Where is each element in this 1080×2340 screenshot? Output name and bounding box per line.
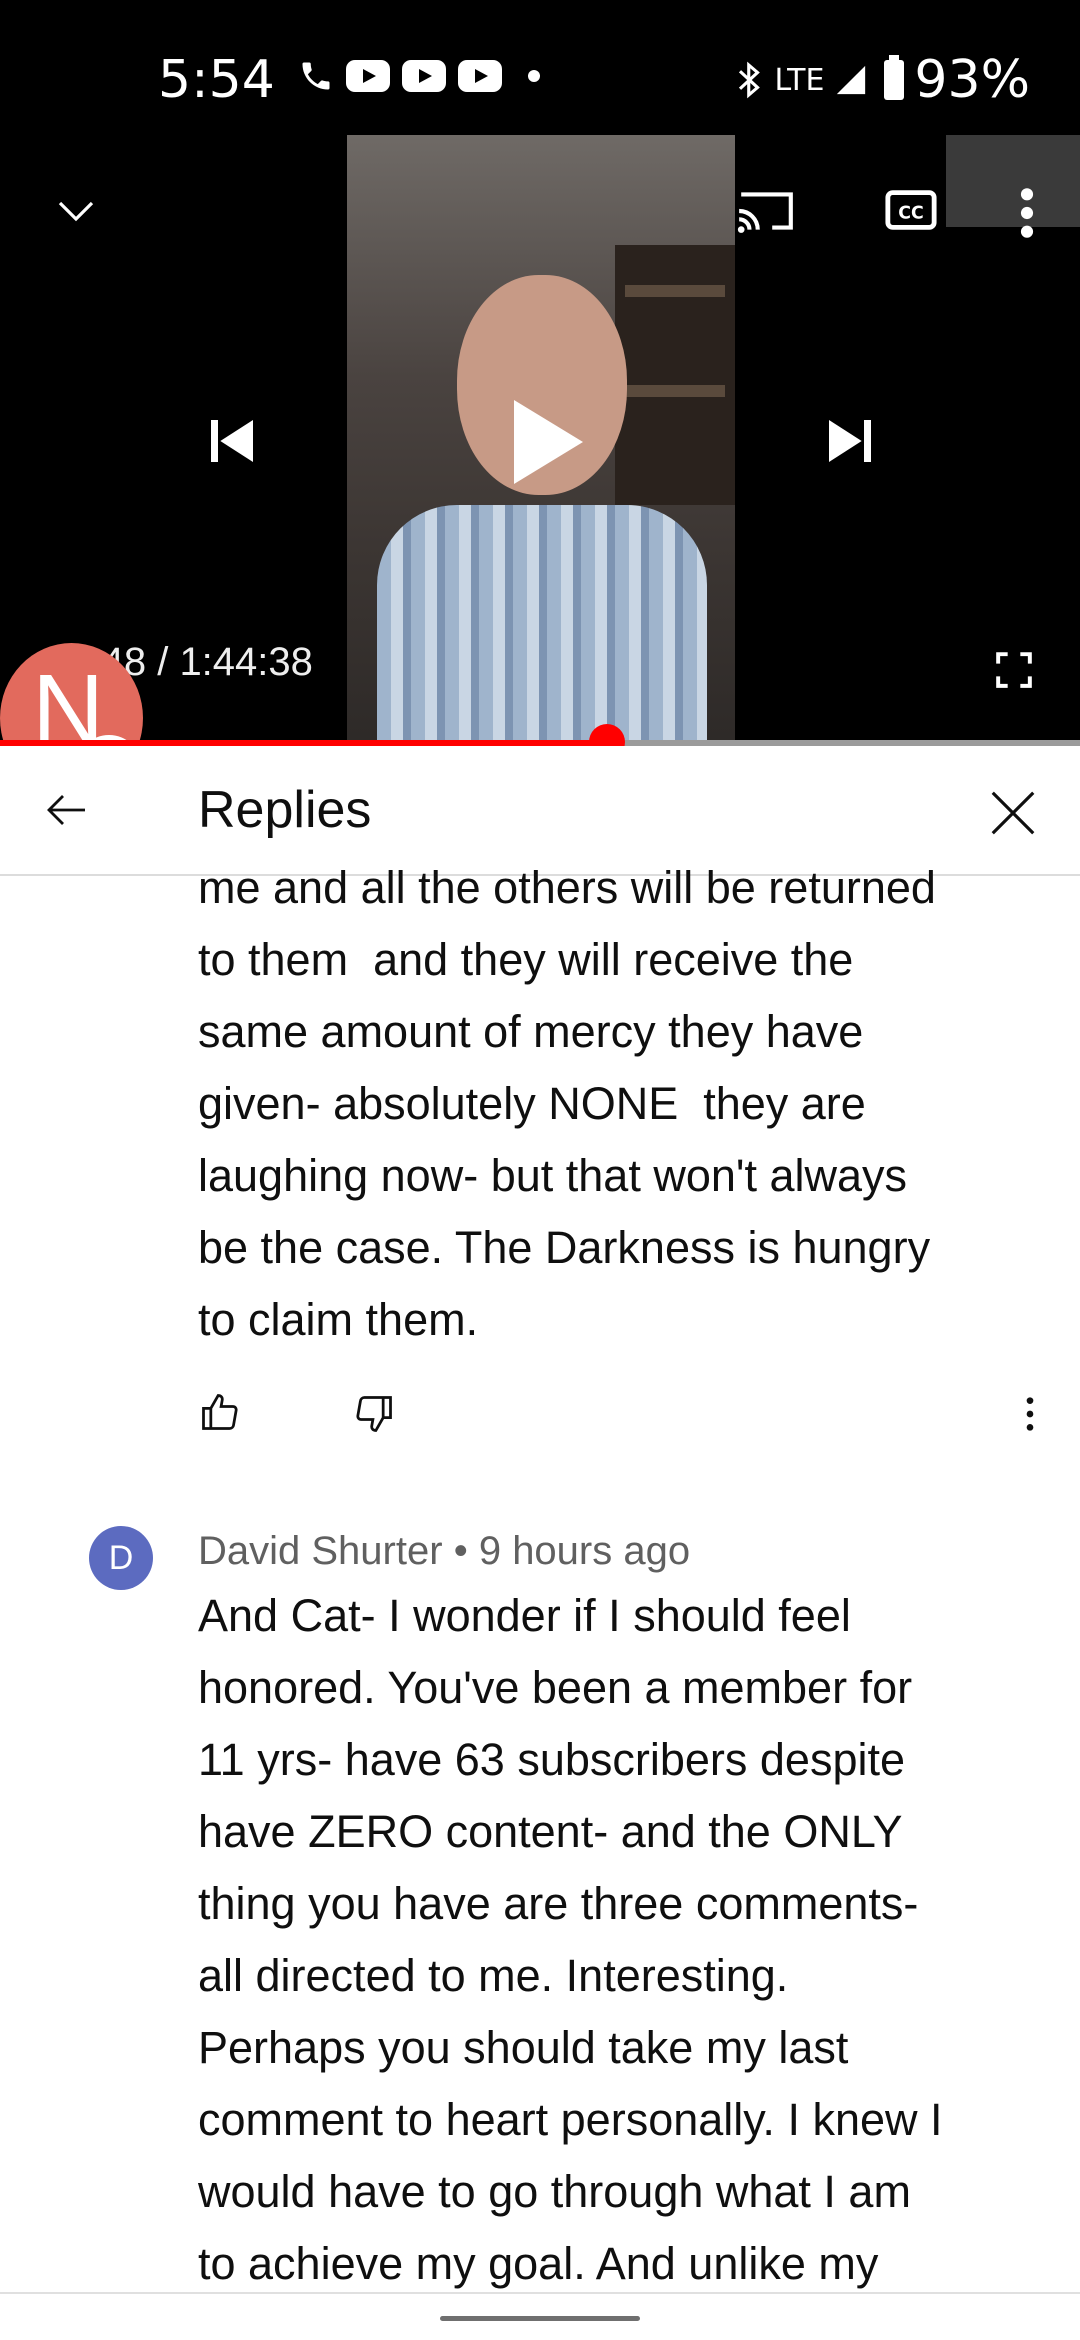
fullscreen-icon[interactable]	[995, 651, 1033, 689]
status-notification-icons	[298, 58, 540, 94]
chevron-down-icon[interactable]	[52, 187, 100, 235]
reply-author[interactable]: David Shurter	[198, 1529, 443, 1573]
back-arrow-icon[interactable]	[40, 786, 94, 834]
status-bar: 5:54 LTE 93%	[0, 0, 1080, 135]
more-vert-icon[interactable]	[1018, 1394, 1042, 1434]
status-system-icons: LTE 93%	[735, 50, 1030, 110]
home-indicator[interactable]	[440, 2316, 640, 2321]
replies-title: Replies	[198, 781, 372, 839]
more-vert-icon[interactable]	[1010, 185, 1044, 241]
bluetooth-icon	[738, 61, 760, 99]
avatar[interactable]: D	[89, 1526, 153, 1590]
like-icon[interactable]	[198, 1390, 242, 1434]
youtube-icon	[346, 60, 390, 92]
bottom-divider	[0, 2292, 1080, 2294]
skip-next-icon[interactable]	[822, 413, 878, 469]
cc-icon[interactable]: CC	[884, 185, 938, 235]
dislike-icon[interactable]	[352, 1392, 396, 1436]
cast-icon[interactable]	[735, 185, 797, 237]
signal-icon	[837, 65, 866, 95]
youtube-icon	[402, 60, 446, 92]
svg-text:CC: CC	[898, 204, 923, 224]
reply-meta: David Shurter • 9 hours ago	[198, 1526, 690, 1576]
comment-actions	[0, 1390, 1080, 1442]
battery-percent: 93%	[914, 50, 1030, 110]
meta-separator: •	[453, 1529, 468, 1573]
status-time: 5:54	[158, 50, 275, 110]
video-player[interactable]: CC 58:48 / 1:44:38 N	[0, 135, 1080, 740]
speaker-shirt	[377, 505, 707, 740]
skip-previous-icon[interactable]	[204, 413, 260, 469]
network-type: LTE	[774, 62, 825, 98]
close-icon[interactable]	[986, 786, 1040, 840]
background-shelf	[615, 245, 735, 505]
previous-comment-text: me and all the others will be returned t…	[198, 862, 936, 1345]
reply-time: 9 hours ago	[478, 1529, 691, 1573]
phone-icon	[302, 62, 330, 90]
play-icon[interactable]	[508, 397, 586, 487]
battery-icon	[884, 55, 905, 100]
call-bubble-letter: N	[32, 654, 105, 740]
reply-text: And Cat- I wonder if I should feel honor…	[198, 1590, 943, 2289]
dot-icon	[528, 70, 540, 82]
youtube-icon	[458, 60, 502, 92]
